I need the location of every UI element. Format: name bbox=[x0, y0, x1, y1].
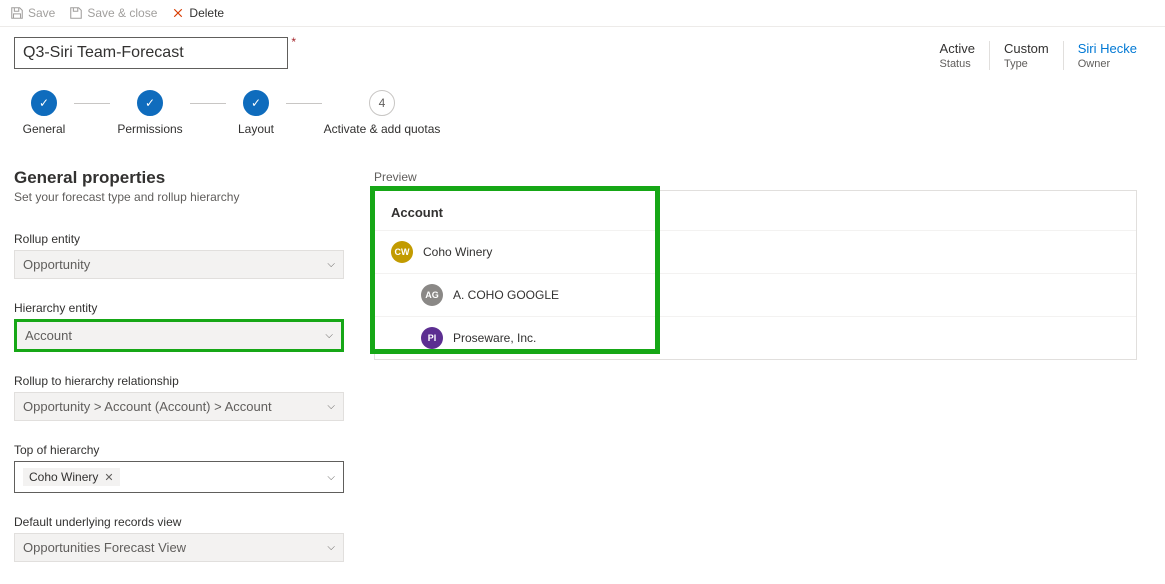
delete-label: Delete bbox=[189, 6, 224, 20]
owner-link[interactable]: Siri Hecke bbox=[1078, 41, 1137, 56]
default-view-select[interactable]: Opportunities Forecast View ⌵ bbox=[14, 533, 344, 562]
field-top-hierarchy: Top of hierarchy Coho Winery ✕ ⌵ bbox=[14, 443, 344, 493]
meta-type: Custom Type bbox=[990, 41, 1064, 70]
chevron-down-icon: ⌵ bbox=[327, 472, 335, 483]
form-column: General properties Set your forecast typ… bbox=[14, 150, 344, 584]
step-check-icon: ✓ bbox=[243, 90, 269, 116]
field-default-view: Default underlying records view Opportun… bbox=[14, 515, 344, 562]
rollup-entity-value: Opportunity bbox=[23, 257, 90, 272]
hierarchy-entity-highlight: Account ⌵ bbox=[14, 319, 344, 352]
command-bar: Save Save & close Delete bbox=[0, 0, 1165, 27]
header: * Active Status Custom Type Siri Hecke O… bbox=[0, 27, 1165, 70]
preview-rows: CW Coho Winery AG A. COHO GOOGLE PI Proseware… bbox=[375, 230, 1136, 359]
step-check-icon: ✓ bbox=[137, 90, 163, 116]
step-connector bbox=[190, 103, 226, 104]
default-view-label: Default underlying records view bbox=[14, 515, 344, 529]
step-layout[interactable]: ✓ Layout bbox=[226, 90, 286, 136]
type-label: Type bbox=[1004, 58, 1049, 70]
chevron-down-icon: ⌵ bbox=[327, 542, 335, 553]
step-activate-label: Activate & add quotas bbox=[324, 122, 441, 136]
preview-row-name: Coho Winery bbox=[423, 245, 492, 259]
top-hierarchy-value: Coho Winery bbox=[29, 470, 98, 484]
chevron-down-icon: ⌵ bbox=[327, 401, 335, 412]
step-permissions-label: Permissions bbox=[117, 122, 182, 136]
save-label: Save bbox=[28, 6, 55, 20]
status-value: Active bbox=[940, 41, 975, 56]
top-hierarchy-tag: Coho Winery ✕ bbox=[23, 468, 120, 486]
save-button[interactable]: Save bbox=[10, 6, 55, 20]
step-layout-label: Layout bbox=[238, 122, 274, 136]
rollup-relationship-value: Opportunity > Account (Account) > Accoun… bbox=[23, 399, 272, 414]
step-connector bbox=[286, 103, 322, 104]
delete-button[interactable]: Delete bbox=[171, 6, 224, 20]
content-body: General properties Set your forecast typ… bbox=[0, 150, 1165, 584]
step-permissions[interactable]: ✓ Permissions bbox=[110, 90, 190, 136]
default-view-value: Opportunities Forecast View bbox=[23, 540, 186, 555]
rollup-relationship-label: Rollup to hierarchy relationship bbox=[14, 374, 344, 388]
preview-row-name: Proseware, Inc. bbox=[453, 331, 536, 345]
field-rollup-entity: Rollup entity Opportunity ⌵ bbox=[14, 232, 344, 279]
rollup-entity-select[interactable]: Opportunity ⌵ bbox=[14, 250, 344, 279]
status-label: Status bbox=[940, 58, 975, 70]
avatar: CW bbox=[391, 241, 413, 263]
rollup-relationship-select[interactable]: Opportunity > Account (Account) > Accoun… bbox=[14, 392, 344, 421]
chevron-down-icon: ⌵ bbox=[325, 330, 333, 341]
meta-status: Active Status bbox=[926, 41, 990, 70]
preview-row[interactable]: PI Proseware, Inc. bbox=[375, 316, 1136, 359]
preview-inner: Account CWCoho WineryAGA. COHO GOOGLEPIP… bbox=[375, 191, 1136, 359]
required-indicator: * bbox=[291, 35, 296, 49]
save-icon bbox=[10, 6, 24, 20]
hierarchy-entity-label: Hierarchy entity bbox=[14, 301, 344, 315]
step-number-icon: 4 bbox=[369, 90, 395, 116]
step-connector bbox=[74, 103, 110, 104]
avatar: PI bbox=[421, 327, 443, 349]
chevron-down-icon: ⌵ bbox=[327, 259, 335, 270]
preview-row[interactable]: AG A. COHO GOOGLE bbox=[375, 273, 1136, 316]
field-rollup-relationship: Rollup to hierarchy relationship Opportu… bbox=[14, 374, 344, 421]
step-activate[interactable]: 4 Activate & add quotas bbox=[322, 90, 442, 136]
meta-owner: Siri Hecke Owner bbox=[1064, 41, 1151, 70]
delete-icon bbox=[171, 6, 185, 20]
step-check-icon: ✓ bbox=[31, 90, 57, 116]
preview-label: Preview bbox=[374, 170, 1137, 184]
save-close-icon bbox=[69, 6, 83, 20]
title-input[interactable] bbox=[14, 37, 288, 69]
preview-column: Preview Account CW Coho Winery AG A. COHO G… bbox=[374, 150, 1151, 584]
title-wrap: * bbox=[14, 37, 288, 70]
step-general[interactable]: ✓ General bbox=[14, 90, 74, 136]
section-subtitle: Set your forecast type and rollup hierar… bbox=[14, 190, 344, 204]
field-hierarchy-entity: Hierarchy entity Account ⌵ bbox=[14, 301, 344, 352]
preview-panel: Account CWCoho WineryAGA. COHO GOOGLEPIP… bbox=[374, 190, 1137, 360]
step-general-label: General bbox=[23, 122, 66, 136]
hierarchy-entity-value: Account bbox=[25, 328, 72, 343]
type-value: Custom bbox=[1004, 41, 1049, 56]
rollup-entity-label: Rollup entity bbox=[14, 232, 344, 246]
top-hierarchy-lookup[interactable]: Coho Winery ✕ ⌵ bbox=[14, 461, 344, 493]
section-title: General properties bbox=[14, 168, 344, 188]
save-close-button[interactable]: Save & close bbox=[69, 6, 157, 20]
record-meta: Active Status Custom Type Siri Hecke Own… bbox=[926, 37, 1151, 70]
preview-row[interactable]: CW Coho Winery bbox=[375, 230, 1136, 273]
avatar: AG bbox=[421, 284, 443, 306]
owner-label: Owner bbox=[1078, 58, 1137, 70]
top-hierarchy-label: Top of hierarchy bbox=[14, 443, 344, 457]
tag-remove-icon[interactable]: ✕ bbox=[104, 471, 113, 484]
save-close-label: Save & close bbox=[87, 6, 157, 20]
preview-header: Account bbox=[375, 191, 1136, 230]
hierarchy-entity-select[interactable]: Account ⌵ bbox=[17, 322, 341, 349]
preview-row-name: A. COHO GOOGLE bbox=[453, 288, 559, 302]
progress-stepper: ✓ General ✓ Permissions ✓ Layout 4 Activ… bbox=[0, 70, 1165, 150]
